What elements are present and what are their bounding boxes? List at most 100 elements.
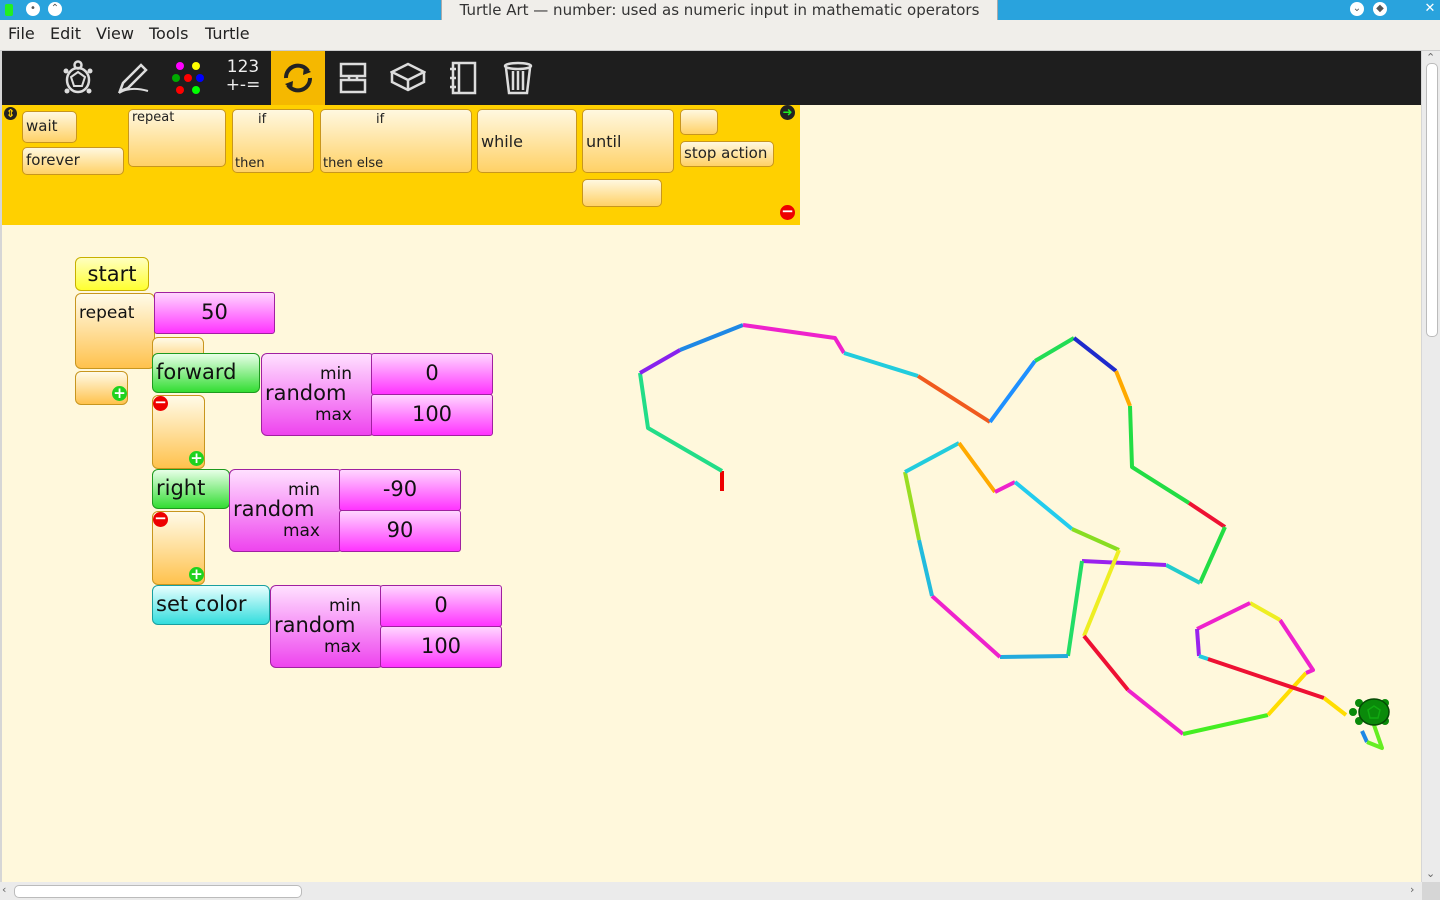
if-else-if-label: if [376, 112, 385, 127]
palette-hat-block[interactable] [680, 109, 718, 135]
flow-palette: ⇕ wait forever repeat if then if then el… [2, 105, 800, 225]
repeat-count-input[interactable]: 50 [154, 292, 275, 334]
colors-palette-button[interactable] [161, 51, 215, 105]
trail-segment [930, 594, 1002, 659]
palette-orientation-icon[interactable]: ⇕ [4, 107, 17, 120]
stop-action-label: stop action [684, 144, 768, 162]
trail-segment [1198, 526, 1227, 584]
forward-label: forward [156, 360, 237, 384]
numbers-line-2: +-= [225, 75, 261, 95]
canvas[interactable]: ⇕ wait forever repeat if then if then el… [2, 105, 1421, 882]
scroll-right-icon[interactable]: › [1410, 883, 1414, 896]
keep-above-icon[interactable]: ⌃ [48, 2, 62, 16]
expand-repeat-icon[interactable]: + [112, 386, 127, 401]
expand-right-icon[interactable]: + [189, 567, 204, 582]
repeat-block[interactable]: repeat [75, 293, 155, 369]
close-icon[interactable]: ✕ [1423, 2, 1437, 16]
right-min-value: -90 [382, 477, 418, 501]
forward-max-input[interactable]: 100 [371, 394, 493, 436]
blocks-palette-button[interactable] [326, 51, 380, 105]
forward-block[interactable]: forward [152, 353, 260, 393]
menu-edit[interactable]: Edit [50, 24, 81, 43]
trail-segment [1266, 671, 1308, 717]
right-min-input[interactable]: -90 [339, 469, 461, 511]
horizontal-scroll-thumb[interactable] [14, 885, 302, 898]
palette-until-block[interactable]: until [582, 109, 674, 173]
pen-palette-button[interactable] [106, 51, 160, 105]
vertical-scrollbar[interactable]: ⌃ ⌄ [1422, 51, 1440, 882]
maximize-icon[interactable]: ◆ [1373, 2, 1387, 16]
trail-segment [1126, 688, 1185, 736]
trail-segment [679, 323, 744, 352]
shrink-forward-icon-2[interactable]: − [153, 395, 168, 411]
color-random-block[interactable]: min random max [270, 585, 384, 668]
palette-forever-block[interactable]: forever [22, 147, 124, 175]
forward-max-value: 100 [411, 402, 453, 426]
right-label: right [156, 476, 206, 500]
turtle-icon [63, 60, 93, 94]
trail-segment [917, 539, 934, 597]
turtle-palette-button[interactable] [51, 51, 105, 105]
trash-palette-button[interactable] [491, 51, 545, 105]
palette-next-icon[interactable]: ➜ [780, 105, 795, 120]
vertical-scroll-thumb[interactable] [1426, 63, 1438, 337]
right-random-block[interactable]: min random max [229, 469, 343, 552]
trail-segment [988, 359, 1037, 424]
trail-segment [916, 374, 992, 424]
menu-view[interactable]: View [96, 24, 134, 43]
numbers-line-1: 123 [226, 57, 260, 77]
scroll-left-icon[interactable]: ‹ [2, 883, 6, 896]
sensors-palette-button[interactable] [381, 51, 435, 105]
color-min-input[interactable]: 0 [380, 585, 502, 627]
trail-segment [1207, 657, 1325, 700]
trail-segment [1066, 560, 1084, 657]
trail-segment [1249, 601, 1281, 622]
palette-if-then-else-block[interactable]: if then else [320, 109, 472, 173]
scroll-down-icon[interactable]: ⌄ [1426, 867, 1435, 880]
palette-if-then-block[interactable]: if then [232, 109, 314, 173]
color-min-value: 0 [434, 593, 448, 617]
menu-turtle[interactable]: Turtle [205, 24, 250, 43]
sensors-icon [390, 62, 426, 92]
menubar: File Edit View Tools Turtle [0, 20, 1440, 51]
forward-min-input[interactable]: 0 [371, 353, 493, 395]
color-max-input[interactable]: 100 [380, 626, 502, 668]
pen-icon [117, 63, 149, 94]
start-block[interactable]: start [75, 257, 149, 291]
trail-segment [1187, 501, 1227, 529]
trash-icon [503, 61, 533, 95]
flow-palette-button[interactable] [271, 51, 325, 105]
trail-segment [957, 441, 997, 494]
window-menu-icon[interactable]: • [26, 2, 40, 16]
set-color-block[interactable]: set color [152, 585, 270, 625]
palette-repeat-block[interactable]: repeat [128, 109, 226, 167]
trail-segment [1278, 618, 1315, 675]
right-max-input[interactable]: 90 [339, 510, 461, 552]
expand-forward-icon[interactable]: + [189, 451, 204, 466]
right-max-label: max [282, 521, 320, 541]
horizontal-scrollbar[interactable]: ‹ › [0, 882, 1422, 900]
trail-segment [1128, 405, 1191, 505]
palette-hide-icon[interactable]: − [780, 204, 795, 220]
trail-segment [1195, 628, 1201, 657]
trail-segment [1165, 563, 1201, 585]
palette-action-block[interactable] [582, 179, 662, 207]
menu-file[interactable]: File [8, 24, 35, 43]
media-palette-button[interactable] [436, 51, 490, 105]
trail-segment [1196, 601, 1251, 631]
palette-wait-block[interactable]: wait [22, 111, 77, 143]
repeat-label: repeat [132, 110, 175, 125]
palette-stop-action-block[interactable]: stop action [680, 141, 774, 167]
menu-tools[interactable]: Tools [149, 24, 188, 43]
trail-segment [742, 323, 846, 355]
turtle-sprite-icon [1349, 698, 1390, 726]
numbers-palette-button[interactable]: 123 +-= [216, 51, 270, 105]
forward-random-block[interactable]: min random max [261, 353, 375, 436]
shrink-right-icon[interactable]: − [153, 511, 168, 527]
trail-segment [1071, 527, 1120, 552]
right-block[interactable]: right [152, 469, 230, 509]
palette-while-block[interactable]: while [477, 109, 577, 173]
trail-segment [1082, 549, 1121, 637]
trail-segment [1033, 336, 1076, 363]
minimize-icon[interactable]: ⌄ [1350, 2, 1364, 16]
